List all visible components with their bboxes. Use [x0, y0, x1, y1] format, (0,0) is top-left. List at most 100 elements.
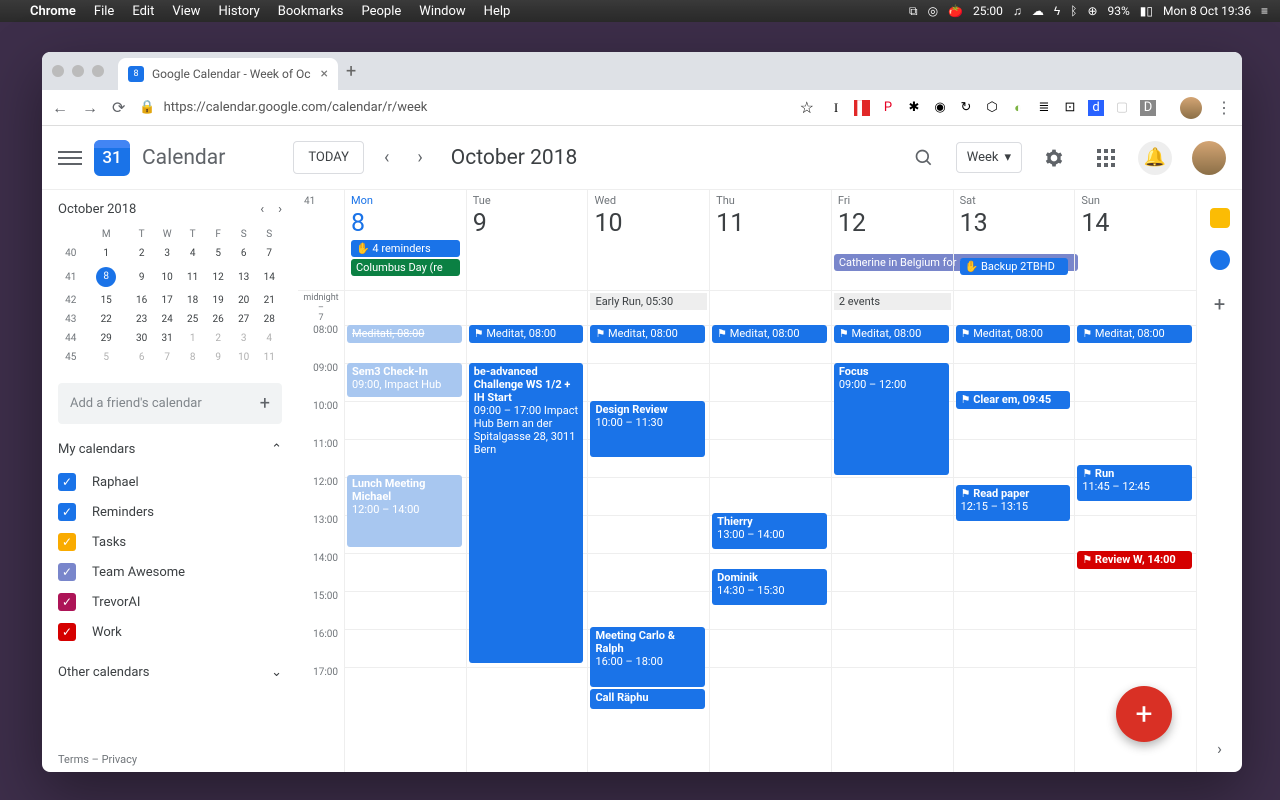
day-column[interactable]: Meditat, 08:00 Clear em, 09:45 Read paper1…	[953, 325, 1075, 772]
calendar-event[interactable]: Dominik14:30 – 15:30	[712, 569, 827, 605]
browser-tab[interactable]: 8 Google Calendar - Week of Oc ×	[118, 58, 338, 90]
calendar-event[interactable]: Design Review10:00 – 11:30	[590, 401, 705, 457]
morning-event[interactable]: 2 events	[834, 293, 951, 310]
calendar-event[interactable]: Thierry13:00 – 14:00	[712, 513, 827, 549]
minical-prev[interactable]: ‹	[260, 202, 264, 217]
wifi-icon[interactable]: ⊕	[1087, 4, 1097, 18]
tomato-icon[interactable]: 🍅	[948, 4, 963, 18]
checkbox-icon[interactable]: ✓	[58, 623, 76, 641]
calendar-event[interactable]: Call Räphu	[590, 689, 705, 709]
menu-edit[interactable]: Edit	[132, 4, 154, 19]
my-calendars-header[interactable]: My calendars⌃	[58, 442, 282, 457]
menu-file[interactable]: File	[94, 4, 114, 19]
allday-event[interactable]: Columbus Day (re	[351, 259, 460, 276]
ext-camera-icon[interactable]: ◉	[932, 100, 948, 116]
next-week-button[interactable]: ›	[409, 147, 430, 168]
calendar-event[interactable]: Meditat, 08:00	[834, 325, 949, 343]
footer-links[interactable]: Terms – Privacy	[58, 753, 137, 766]
bluetooth-icon[interactable]: ᛒ	[1070, 4, 1077, 18]
lock-icon[interactable]: 🔒	[139, 100, 155, 115]
ext-pinterest-icon[interactable]: P	[880, 100, 896, 116]
menu-view[interactable]: View	[172, 4, 200, 19]
ext-icon[interactable]: ◐	[1010, 100, 1026, 116]
plus-icon[interactable]: +	[260, 393, 270, 414]
day-header[interactable]: Fri12Catherine in Belgium for medical vi…	[831, 190, 953, 290]
calendar-event[interactable]: Meditat, 08:00	[712, 325, 827, 343]
allday-event[interactable]: ✋ 4 reminders	[351, 240, 460, 257]
checkbox-icon[interactable]: ✓	[58, 593, 76, 611]
menu-icon[interactable]: ≡	[1261, 4, 1268, 18]
checkbox-icon[interactable]: ✓	[58, 473, 76, 491]
profile-avatar[interactable]	[1180, 97, 1202, 119]
url-text[interactable]: https://calendar.google.com/calendar/r/w…	[164, 100, 428, 115]
headphones-icon[interactable]: ♫	[1013, 4, 1022, 18]
keep-icon[interactable]	[1210, 208, 1230, 228]
calendar-event[interactable]: Clear em, 09:45	[956, 391, 1071, 409]
day-column[interactable]: Meditati, 08:00 Sem3 Check-In09:00, Impac…	[344, 325, 466, 772]
ext-icon[interactable]: D	[1140, 100, 1156, 116]
search-button[interactable]	[904, 138, 944, 178]
calendar-event[interactable]: Read paper12:15 – 13:15	[956, 485, 1071, 521]
add-addon-icon[interactable]: +	[1214, 292, 1225, 316]
calendar-event[interactable]: Meditat, 08:00	[956, 325, 1071, 343]
day-column[interactable]: Meditat, 08:00 Thierry13:00 – 14:00 Domini…	[709, 325, 831, 772]
calendar-event[interactable]: be-advanced Challenge WS 1/2 + IH Start0…	[469, 363, 584, 663]
today-button[interactable]: TODAY	[293, 141, 364, 174]
main-menu-button[interactable]	[58, 151, 82, 165]
day-header[interactable]: Mon8✋ 4 remindersColumbus Day (re	[344, 190, 466, 290]
create-event-fab[interactable]: +	[1116, 686, 1172, 742]
add-friend-calendar[interactable]: Add a friend's calendar +	[58, 383, 282, 424]
day-column[interactable]: Meditat, 08:00 be-advanced Challenge WS 1…	[466, 325, 588, 772]
calendar-item[interactable]: ✓Reminders	[58, 497, 282, 527]
flame-icon[interactable]: ϟ	[1054, 4, 1060, 18]
calendar-event[interactable]: Review W, 14:00	[1077, 551, 1192, 569]
day-header[interactable]: Thu11	[709, 190, 831, 290]
menu-people[interactable]: People	[362, 4, 402, 19]
day-header[interactable]: Sat13✋ Backup 2TBHD	[953, 190, 1075, 290]
calendar-item[interactable]: ✓Raphael	[58, 467, 282, 497]
tab-close-icon[interactable]: ×	[321, 66, 328, 82]
checkbox-icon[interactable]: ✓	[58, 503, 76, 521]
dropbox-icon[interactable]: ⧉	[909, 4, 918, 19]
calendar-item[interactable]: ✓Work	[58, 617, 282, 647]
calendar-event[interactable]: Lunch Meeting Michael12:00 – 14:00	[347, 475, 462, 547]
ext-icon[interactable]: ▌	[854, 100, 870, 116]
back-button[interactable]: ←	[52, 98, 68, 118]
ext-icon[interactable]: ⊡	[1062, 100, 1078, 116]
forward-button[interactable]: →	[82, 98, 98, 118]
star-icon[interactable]: ☆	[800, 98, 814, 117]
calendar-event[interactable]: Sem3 Check-In09:00, Impact Hub	[347, 363, 462, 397]
day-header[interactable]: Wed10	[587, 190, 709, 290]
calendar-event[interactable]: Meditat, 08:00	[1077, 325, 1192, 343]
view-selector[interactable]: Week▾	[956, 142, 1022, 173]
day-header[interactable]: Sun14	[1074, 190, 1196, 290]
calendar-event[interactable]: Meditati, 08:00	[347, 325, 462, 343]
window-minimize[interactable]	[72, 65, 84, 77]
ext-icon[interactable]: d	[1088, 100, 1104, 116]
tasks-icon[interactable]	[1210, 250, 1230, 270]
settings-button[interactable]	[1034, 138, 1074, 178]
chrome-menu-icon[interactable]: ⋮	[1216, 98, 1232, 117]
window-zoom[interactable]	[92, 65, 104, 77]
calendar-item[interactable]: ✓TrevorAI	[58, 587, 282, 617]
cloud-icon[interactable]: ☁	[1032, 4, 1044, 18]
calendar-item[interactable]: ✓Tasks	[58, 527, 282, 557]
reload-button[interactable]: ⟳	[112, 98, 125, 117]
allday-event[interactable]: ✋ Backup 2TBHD	[960, 258, 1069, 275]
calendar-event[interactable]: Meditat, 08:00	[469, 325, 584, 343]
menu-window[interactable]: Window	[419, 4, 465, 19]
calendar-item[interactable]: ✓Team Awesome	[58, 557, 282, 587]
day-header[interactable]: Tue9	[466, 190, 588, 290]
window-close[interactable]	[52, 65, 64, 77]
menu-history[interactable]: History	[218, 4, 259, 19]
apps-button[interactable]	[1086, 138, 1126, 178]
battery-icon[interactable]: ▮▯	[1140, 4, 1153, 18]
collapse-panel-icon[interactable]: ›	[1217, 739, 1222, 758]
day-column[interactable]: Meditat, 08:00Focus09:00 – 12:00	[831, 325, 953, 772]
ext-icon[interactable]: I	[828, 100, 844, 116]
ext-icon[interactable]: ⬡	[984, 100, 1000, 116]
ext-buffer-icon[interactable]: ≣	[1036, 100, 1052, 116]
menubar-app[interactable]: Chrome	[30, 4, 76, 19]
calendar-event[interactable]: Run11:45 – 12:45	[1077, 465, 1192, 501]
morning-event[interactable]: Early Run, 05:30	[590, 293, 707, 310]
